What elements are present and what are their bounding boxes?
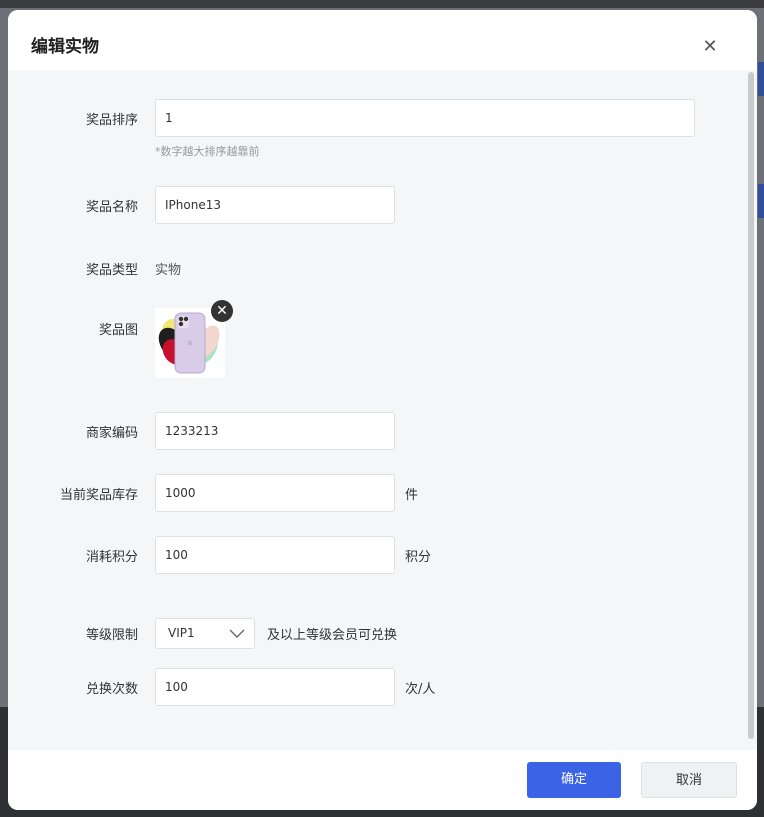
image-label: 奖品图: [98, 323, 138, 338]
merchant-code-label: 商家编码: [85, 426, 138, 441]
confirm-button[interactable]: 确定: [527, 762, 621, 798]
exchange-count-input[interactable]: 100: [155, 668, 395, 706]
background-accent: [758, 184, 764, 218]
stock-label: 当前奖品库存: [59, 488, 138, 503]
points-label: 消耗积分: [85, 550, 138, 565]
scrollbar[interactable]: [748, 72, 754, 739]
level-suffix: 及以上等级会员可兑换: [267, 628, 398, 643]
exchange-count-label: 兑换次数: [85, 682, 138, 697]
stock-unit: 件: [405, 488, 419, 503]
type-value: 实物: [155, 263, 182, 278]
sort-input[interactable]: 1: [155, 99, 695, 137]
close-icon[interactable]: ✕: [700, 37, 720, 57]
dialog-header: 编辑实物 ✕: [8, 10, 757, 70]
sort-label: 奖品排序: [85, 113, 138, 128]
stock-input[interactable]: 1000: [155, 474, 395, 512]
points-input[interactable]: 100: [155, 536, 395, 574]
background-topbar: [0, 0, 764, 8]
edit-item-dialog: 编辑实物 ✕ 奖品排序 1 *数字越大排序越靠前 奖品名称 IPhone13 奖…: [8, 10, 757, 810]
points-unit: 积分: [405, 550, 432, 565]
merchant-code-input[interactable]: 1233213: [155, 412, 395, 450]
name-input[interactable]: IPhone13: [155, 186, 395, 224]
type-label: 奖品类型: [85, 263, 138, 278]
cancel-button[interactable]: 取消: [641, 762, 737, 798]
dialog-footer: 确定 取消: [8, 750, 757, 810]
remove-circle-icon[interactable]: ✕: [211, 300, 233, 322]
name-label: 奖品名称: [85, 200, 138, 215]
dialog-title: 编辑实物: [31, 37, 99, 57]
exchange-count-unit: 次/人: [405, 682, 436, 697]
level-label: 等级限制: [85, 628, 138, 643]
background-accent: [758, 62, 764, 96]
chevron-down-icon: [229, 629, 245, 638]
level-select-value: VIP1: [168, 626, 195, 640]
level-select[interactable]: VIP1: [155, 618, 255, 649]
sort-hint: *数字越大排序越靠前: [155, 145, 260, 158]
